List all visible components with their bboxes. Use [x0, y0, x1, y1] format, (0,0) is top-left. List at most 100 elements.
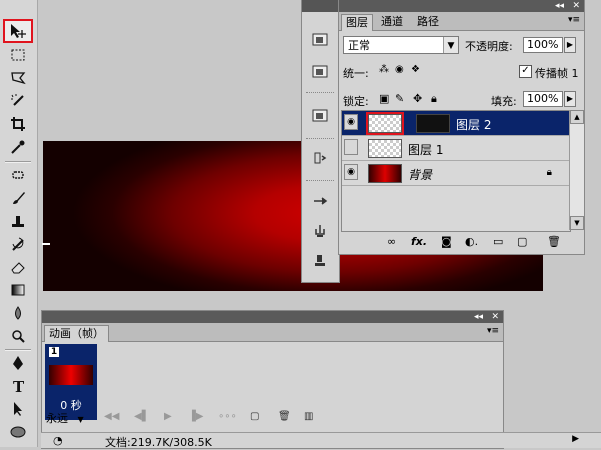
info-panel-icon[interactable] [308, 60, 332, 82]
lasso-tool-icon[interactable] [4, 67, 32, 89]
eye-icon[interactable]: ◉ [344, 114, 358, 130]
eye-icon[interactable]: ◉ [344, 139, 358, 155]
lock-image-icon[interactable]: ✎ [395, 92, 404, 105]
loop-select[interactable]: 永远 ▼ [46, 410, 84, 426]
status-menu-icon[interactable]: ◔ [53, 434, 63, 447]
frame-thumbnail [49, 365, 93, 385]
close-icon[interactable]: ✕ [491, 311, 499, 323]
layer-row[interactable]: ◉ 背景 🔒︎ [342, 161, 570, 186]
tab-channels[interactable]: 通道 [377, 14, 407, 30]
history-brush-tool-icon[interactable] [4, 233, 32, 255]
chevron-down-icon: ▼ [77, 415, 84, 424]
panel-menu-icon[interactable]: ▾≡ [568, 15, 580, 25]
eraser-tool-icon[interactable] [4, 256, 32, 278]
next-frame-icon[interactable]: ▐▶ [188, 411, 203, 422]
ellipse-shape-tool-icon[interactable] [4, 421, 32, 443]
mask-icon[interactable]: ◙ [441, 235, 452, 248]
tab-animation-frames[interactable]: 动画（帧） [44, 325, 109, 342]
svg-text:T: T [13, 378, 25, 395]
scroll-up-icon[interactable]: ▲ [570, 110, 584, 124]
lock-label: 锁定: [343, 95, 369, 108]
history-panel-icon[interactable] [308, 147, 332, 169]
clone-source-panel-icon[interactable] [308, 220, 332, 242]
gradient-tool-icon[interactable] [4, 279, 32, 301]
group-icon[interactable]: ▭ [493, 235, 503, 248]
panel-grip[interactable]: ◂◂ ✕ [42, 311, 503, 323]
path-selection-tool-icon[interactable] [4, 398, 32, 420]
close-icon[interactable]: ✕ [572, 0, 580, 12]
navigator-panel-icon[interactable] [308, 28, 332, 50]
blur-tool-icon[interactable] [4, 302, 32, 324]
dock-divider [306, 92, 334, 93]
panel-grip[interactable]: ◂◂ ✕ [339, 0, 584, 12]
unify-visibility-icon[interactable]: ◉ [395, 64, 404, 75]
propagate-frame-checkbox[interactable]: ✓ [519, 65, 532, 78]
opacity-slider-button[interactable]: ▶ [564, 37, 576, 53]
brushes-panel-icon[interactable] [308, 190, 332, 212]
tab-paths[interactable]: 路径 [413, 14, 443, 30]
dock-grip[interactable] [302, 0, 339, 12]
toolbar-divider [5, 161, 31, 163]
panel-menu-icon[interactable]: ▾≡ [487, 326, 499, 336]
fill-slider-button[interactable]: ▶ [564, 91, 576, 107]
delete-frame-icon[interactable]: 🗑︎ [278, 411, 291, 422]
type-tool-icon[interactable]: T [4, 375, 32, 397]
layers-bottom-toolbar: ∞ fx. ◙ ◐. ▭ ▢ 🗑︎ [339, 232, 584, 252]
lock-position-icon[interactable]: ✥ [413, 92, 422, 105]
status-arrow-icon[interactable]: ▶ [572, 434, 579, 444]
layer-mask-thumbnail [416, 114, 450, 133]
layers-tab-bar: 图层 通道 路径 ▾≡ [339, 12, 584, 31]
eye-icon[interactable]: ◉ [344, 164, 358, 180]
move-tool-icon[interactable] [3, 19, 33, 43]
layer-row[interactable]: ◉ 图层 1 [342, 136, 570, 161]
collapse-icon[interactable]: ◂◂ [474, 311, 483, 323]
brush-tool-icon[interactable] [4, 187, 32, 209]
adjustment-icon[interactable]: ◐. [465, 235, 478, 248]
layer-name[interactable]: 图层 2 [456, 116, 491, 133]
magic-wand-tool-icon[interactable] [4, 90, 32, 112]
scroll-down-icon[interactable]: ▼ [570, 216, 584, 230]
new-layer-icon[interactable]: ▢ [517, 235, 527, 248]
tool-presets-panel-icon[interactable] [308, 250, 332, 272]
layer-row[interactable]: ◉ 图层 2 [342, 111, 570, 136]
trash-icon[interactable]: 🗑︎ [547, 235, 561, 248]
histogram-panel-icon[interactable] [308, 104, 332, 126]
dock-divider [306, 180, 334, 181]
collapse-icon[interactable]: ◂◂ [555, 0, 564, 12]
eyedropper-tool-icon[interactable] [4, 136, 32, 158]
first-frame-icon[interactable]: ◀◀ [104, 411, 119, 422]
tween-icon[interactable]: ∘∘∘ [218, 411, 237, 422]
animation-frame[interactable]: 1 0 秒 [45, 344, 97, 420]
duplicate-frame-icon[interactable]: ▢ [250, 411, 259, 422]
layer-thumbnail [366, 112, 404, 135]
timeline-switch-icon[interactable]: ▥ [304, 411, 313, 422]
previous-frame-icon[interactable]: ◀▌ [134, 411, 149, 422]
tab-layers[interactable]: 图层 [341, 14, 373, 31]
guide-marker [42, 243, 50, 245]
unify-position-icon[interactable]: ⁂ [379, 64, 389, 75]
dodge-tool-icon[interactable] [4, 325, 32, 347]
clone-stamp-tool-icon[interactable] [4, 210, 32, 232]
crop-tool-icon[interactable] [4, 113, 32, 135]
layers-scrollbar[interactable]: ▲ ▼ [569, 110, 584, 230]
opacity-input[interactable]: 100% [523, 37, 563, 53]
unify-label: 统一: [343, 67, 369, 80]
blend-mode-select[interactable]: 正常 ▼ [343, 36, 459, 54]
fill-label: 填充: [491, 95, 517, 108]
layer-thumbnail [368, 139, 402, 158]
lock-transparency-icon[interactable]: ▣ [379, 92, 389, 105]
pen-tool-icon[interactable] [4, 352, 32, 374]
layer-name[interactable]: 图层 1 [408, 141, 443, 158]
fill-input[interactable]: 100% [523, 91, 563, 107]
layer-list: ◉ 图层 2 ◉ 图层 1 ◉ 背景 🔒︎ [341, 110, 571, 232]
animation-panel: ◂◂ ✕ 动画（帧） ▾≡ 1 0 秒 永远 ▼ ◀◀ ◀▌ ▶ ▐▶ ∘∘∘ … [41, 310, 504, 449]
lock-icon: 🔒︎ [546, 167, 552, 178]
marquee-tool-icon[interactable] [4, 44, 32, 66]
play-icon[interactable]: ▶ [164, 411, 172, 422]
unify-style-icon[interactable]: ❖ [411, 64, 420, 75]
layer-name[interactable]: 背景 [408, 166, 432, 183]
fx-icon[interactable]: fx. [411, 235, 427, 248]
lock-all-icon[interactable]: 🔒︎ [431, 92, 437, 106]
healing-brush-tool-icon[interactable] [4, 164, 32, 186]
link-icon[interactable]: ∞ [387, 235, 396, 248]
